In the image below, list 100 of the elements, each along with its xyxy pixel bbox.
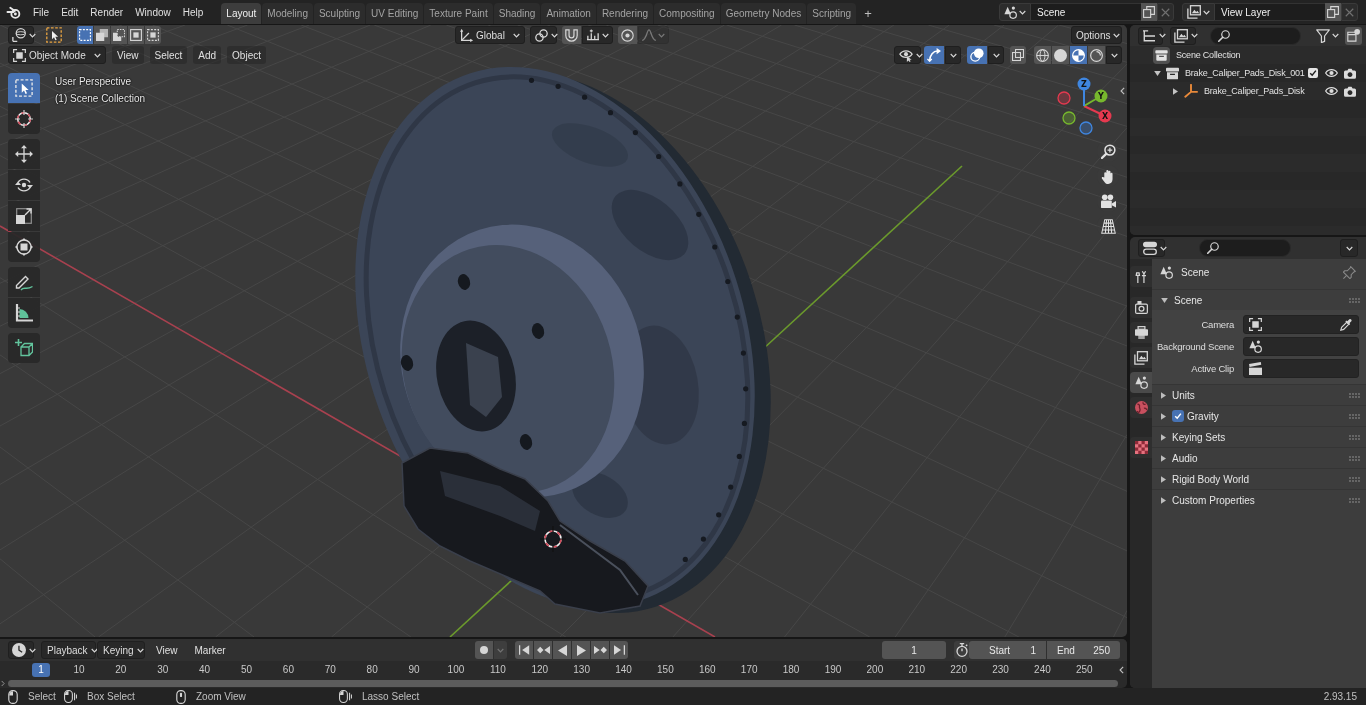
workspace-tab[interactable]: Rendering xyxy=(596,3,654,24)
previous-keyframe-button[interactable] xyxy=(534,641,552,659)
workspace-tab[interactable]: Texture Paint xyxy=(424,3,493,24)
gizmo-dropdown[interactable] xyxy=(945,46,961,64)
xray-toggle[interactable] xyxy=(1010,46,1026,64)
chevron-left-icon[interactable] xyxy=(1119,665,1124,674)
end-frame-field[interactable]: End 250 xyxy=(1047,641,1120,659)
tool-button[interactable] xyxy=(8,267,40,297)
tool-button[interactable] xyxy=(8,201,40,231)
falloff-dropdown[interactable] xyxy=(638,26,669,44)
properties-tab[interactable] xyxy=(1130,322,1152,343)
drag-handle-icon[interactable] xyxy=(1349,434,1360,440)
duplicate-button[interactable] xyxy=(1141,3,1157,21)
workspace-tab[interactable]: UV Editing xyxy=(366,3,424,24)
eyedropper-icon[interactable] xyxy=(1340,317,1353,331)
next-keyframe-button[interactable] xyxy=(591,641,609,659)
selection-mode-button[interactable] xyxy=(128,26,144,44)
outliner-item-label[interactable]: Brake_Caliper_Pads_Disk_001 xyxy=(1185,68,1305,78)
properties-tab[interactable] xyxy=(1130,347,1152,368)
shading-mode-button[interactable] xyxy=(1034,46,1051,64)
axis-handle[interactable]: Y xyxy=(1083,89,1108,107)
add-workspace-button[interactable]: + xyxy=(860,5,877,22)
selection-mode-button[interactable] xyxy=(145,26,161,44)
checkbox[interactable] xyxy=(1172,410,1184,422)
axis-handle[interactable] xyxy=(1079,121,1093,135)
disclosure-triangle-icon[interactable] xyxy=(1172,87,1178,95)
gizmo-toggle[interactable] xyxy=(924,46,944,64)
display-mode-dropdown[interactable] xyxy=(1138,26,1163,45)
shading-mode-button[interactable] xyxy=(1052,46,1069,64)
menu-item[interactable]: Object xyxy=(227,46,266,64)
pivot-dropdown[interactable] xyxy=(530,26,557,44)
menu-item[interactable]: Render xyxy=(84,2,130,22)
tool-button[interactable] xyxy=(8,104,40,134)
properties-tab[interactable] xyxy=(1130,372,1152,393)
axis-handle[interactable] xyxy=(1062,111,1076,125)
menu-item[interactable]: Help xyxy=(176,2,210,22)
menu-dropdown[interactable]: Keying xyxy=(97,641,145,659)
tool-button[interactable] xyxy=(8,333,40,363)
camera-field[interactable] xyxy=(1243,314,1359,334)
view-layer-browse-button[interactable] xyxy=(1182,3,1215,21)
orientation-dropdown[interactable]: Global xyxy=(455,26,525,44)
properties-tab[interactable] xyxy=(1130,297,1152,318)
active-tool-button[interactable] xyxy=(45,26,63,44)
editor-type-button[interactable] xyxy=(1138,239,1165,257)
menu-item[interactable]: Edit xyxy=(55,2,85,22)
scrollbar[interactable] xyxy=(8,679,1118,687)
editor-type-button[interactable] xyxy=(8,26,34,44)
mode-dropdown[interactable]: Object Mode xyxy=(8,46,106,64)
workspace-tab[interactable]: Compositing xyxy=(654,3,720,24)
selection-mode-button[interactable] xyxy=(94,26,110,44)
tool-button[interactable] xyxy=(8,73,40,103)
selection-mode-button[interactable] xyxy=(111,26,127,44)
shading-dropdown[interactable] xyxy=(1106,46,1122,64)
overlays-dropdown[interactable] xyxy=(988,46,1004,64)
tool-button[interactable] xyxy=(8,170,40,200)
proportional-edit-toggle[interactable] xyxy=(618,26,637,44)
duplicate-button[interactable] xyxy=(1325,3,1341,21)
drag-handle-icon[interactable] xyxy=(1349,455,1360,461)
menu-item[interactable]: File xyxy=(27,2,56,22)
pin-icon[interactable] xyxy=(1343,266,1356,279)
scene-name-field[interactable]: Scene xyxy=(1031,3,1141,21)
options-dropdown[interactable]: Options xyxy=(1071,26,1122,44)
workspace-tab[interactable]: Geometry Nodes xyxy=(720,3,807,24)
snap-toggle[interactable] xyxy=(562,26,581,44)
chevron-right-icon[interactable] xyxy=(1,679,5,687)
menu-item[interactable]: Marker xyxy=(188,641,232,659)
play-button[interactable] xyxy=(572,641,590,659)
jump-to-end-button[interactable] xyxy=(610,641,628,659)
scene-browse-button[interactable] xyxy=(999,3,1031,21)
selection-mode-button[interactable] xyxy=(77,26,93,44)
shading-mode-button[interactable] xyxy=(1070,46,1087,64)
options-dropdown[interactable] xyxy=(1340,239,1358,257)
close-button[interactable] xyxy=(1157,3,1174,21)
close-button[interactable] xyxy=(1341,3,1358,21)
tool-button[interactable] xyxy=(8,298,40,328)
tool-button[interactable] xyxy=(8,139,40,169)
workspace-tab[interactable]: Shading xyxy=(493,3,541,24)
view-layer-dropdown[interactable] xyxy=(1170,26,1196,45)
search-field[interactable] xyxy=(1210,26,1301,45)
workspace-tab[interactable]: Animation xyxy=(541,3,596,24)
camera-icon[interactable] xyxy=(1344,67,1356,79)
eye-icon[interactable] xyxy=(1325,68,1338,78)
outliner-item-label[interactable]: Brake_Caliper_Pads_Disk xyxy=(1204,86,1305,96)
play-reverse-button[interactable] xyxy=(553,641,571,659)
snap-target-dropdown[interactable] xyxy=(582,26,613,44)
disclosure-triangle-icon[interactable] xyxy=(1153,70,1161,76)
axis-handle[interactable] xyxy=(1057,91,1071,105)
clip-field[interactable] xyxy=(1243,358,1359,378)
drag-handle-icon[interactable] xyxy=(1349,497,1360,503)
drag-handle-icon[interactable] xyxy=(1349,413,1360,419)
axis-handle[interactable]: Z xyxy=(1077,77,1091,107)
drag-handle-icon[interactable] xyxy=(1349,476,1360,482)
overlays-toggle[interactable] xyxy=(967,46,987,64)
logo-icon[interactable] xyxy=(6,5,21,19)
outliner-item-label[interactable]: Scene Collection xyxy=(1176,50,1241,60)
search-field[interactable] xyxy=(1199,239,1291,257)
new-collection-button[interactable] xyxy=(1345,26,1362,45)
view-layer-name-field[interactable]: View Layer xyxy=(1215,3,1325,21)
menu-item[interactable]: Add xyxy=(193,46,222,64)
current-frame-field[interactable]: 1 xyxy=(882,641,946,659)
